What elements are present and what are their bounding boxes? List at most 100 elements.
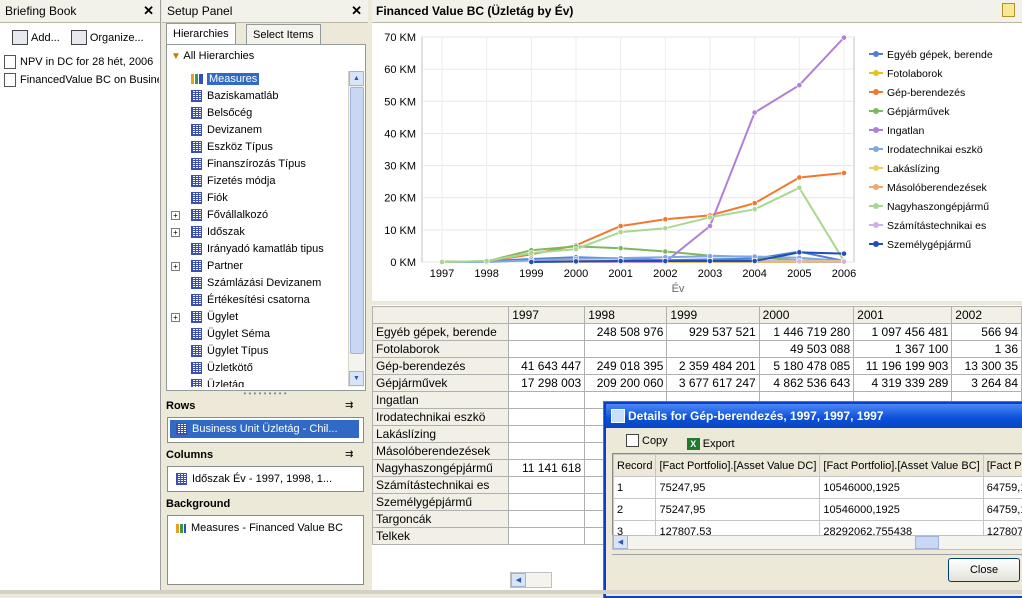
table-cell[interactable]: 41 643 447 <box>509 358 585 375</box>
scroll-thumb[interactable] <box>915 536 939 549</box>
table-cell[interactable]: 49 503 088 <box>759 341 853 358</box>
column-header[interactable]: 1997 <box>509 307 585 324</box>
table-cell[interactable]: 3 264 84 <box>952 375 1022 392</box>
details-row[interactable]: 175247,9510546000,192564759,19 <box>614 477 1022 499</box>
table-cell[interactable] <box>509 511 585 528</box>
row-header[interactable]: Egyéb gépek, berende <box>373 324 509 341</box>
table-cell[interactable]: 11 196 199 903 <box>854 358 952 375</box>
row-header[interactable]: Gép-berendezés <box>373 358 509 375</box>
grid-hscrollbar[interactable]: ◀ <box>510 572 552 588</box>
column-header[interactable]: 1998 <box>585 307 667 324</box>
rows-options-icon[interactable]: ⇉ <box>345 400 353 411</box>
dialog-titlebar[interactable]: Details for Gép-berendezés, 1997, 1997, … <box>606 404 1022 428</box>
tree-item[interactable]: +Fővállalkozó <box>171 207 268 224</box>
table-cell[interactable]: 5 180 478 085 <box>759 358 853 375</box>
tree-item[interactable]: Baziskamatláb <box>171 88 279 105</box>
row-header[interactable]: Számítástechnikai es <box>373 477 509 494</box>
row-header[interactable]: Lakáslízing <box>373 426 509 443</box>
column-header[interactable]: 2002 <box>952 307 1022 324</box>
close-icon[interactable]: ✕ <box>143 0 154 22</box>
tab-select-items[interactable]: Select Items <box>246 24 321 45</box>
all-hierarchies-filter[interactable]: ▼ All Hierarchies <box>171 50 254 62</box>
tree-item[interactable]: +Partner <box>171 258 243 275</box>
table-cell[interactable]: 17 298 003 <box>509 375 585 392</box>
table-cell[interactable] <box>509 341 585 358</box>
table-cell[interactable]: 209 200 060 <box>585 375 667 392</box>
table-cell[interactable] <box>509 477 585 494</box>
background-item[interactable]: Measures - Financed Value BC <box>176 519 343 537</box>
expand-icon[interactable]: + <box>171 262 180 271</box>
chart-grid-splitter[interactable] <box>372 301 1022 305</box>
table-cell[interactable] <box>667 341 759 358</box>
table-cell[interactable] <box>509 528 585 545</box>
note-icon[interactable] <box>1002 3 1015 17</box>
table-cell[interactable]: 11 141 618 <box>509 460 585 477</box>
row-header[interactable]: Fotolaborok <box>373 341 509 358</box>
columns-item[interactable]: Időszak Év - 1997, 1998, 1... <box>176 470 332 488</box>
table-cell[interactable]: 249 018 395 <box>585 358 667 375</box>
row-header[interactable]: Irodatechnikai eszkö <box>373 409 509 426</box>
splitter[interactable]: • • • • • • • • • <box>162 392 368 396</box>
tree-item[interactable]: +Időszak <box>171 224 245 241</box>
column-header[interactable]: 2000 <box>759 307 853 324</box>
tree-item[interactable]: Értékesítési csatorna <box>171 292 310 309</box>
table-cell[interactable]: 2 359 484 201 <box>667 358 759 375</box>
table-cell[interactable] <box>509 426 585 443</box>
column-header[interactable]: 2001 <box>854 307 952 324</box>
column-header[interactable]: 1999 <box>667 307 759 324</box>
table-cell[interactable] <box>509 409 585 426</box>
tree-item[interactable]: Üzletkötő <box>171 360 253 377</box>
row-header[interactable]: Targoncák <box>373 511 509 528</box>
scroll-up-icon[interactable]: ▲ <box>349 71 364 86</box>
copy-button[interactable]: Copy <box>622 432 672 449</box>
tree-item[interactable]: Eszköz Típus <box>171 139 273 156</box>
tree-item[interactable]: Számlázási Devizanem <box>171 275 321 292</box>
background-drop-zone[interactable]: Measures - Financed Value BC <box>167 515 364 585</box>
expand-icon[interactable]: + <box>171 211 180 220</box>
tree-item[interactable]: +Ügylet <box>171 309 238 326</box>
table-cell[interactable]: 1 36 <box>952 341 1022 358</box>
tree-item[interactable]: Measures <box>171 71 259 88</box>
tree-scrollbar[interactable]: ▲ ▼ <box>348 71 364 387</box>
close-icon[interactable]: ✕ <box>351 0 362 22</box>
tree-item[interactable]: Devizanem <box>171 122 262 139</box>
details-row[interactable]: 275247,9510546000,192564759,19 <box>614 499 1022 521</box>
close-button[interactable]: Close <box>948 558 1020 582</box>
details-column-header[interactable]: [Fact Por <box>983 455 1022 477</box>
table-cell[interactable] <box>585 341 667 358</box>
columns-drop-zone[interactable]: Időszak Év - 1997, 1998, 1... <box>167 466 364 492</box>
row-header[interactable]: Telkek <box>373 528 509 545</box>
table-cell[interactable]: 929 537 521 <box>667 324 759 341</box>
add-button[interactable]: Add... <box>8 28 64 47</box>
table-cell[interactable] <box>509 392 585 409</box>
export-button[interactable]: X Export <box>683 436 739 452</box>
table-cell[interactable]: 1 446 719 280 <box>759 324 853 341</box>
tab-hierarchies[interactable]: Hierarchies <box>166 23 236 45</box>
tree-item[interactable]: Fizetés módja <box>171 173 275 190</box>
columns-options-icon[interactable]: ⇉ <box>345 449 353 460</box>
table-cell[interactable]: 1 367 100 <box>854 341 952 358</box>
rows-item[interactable]: Business Unit Üzletág - Chil... <box>170 420 359 438</box>
rows-drop-zone[interactable]: Business Unit Üzletág - Chil... <box>167 417 364 443</box>
tree-item[interactable]: Irányadó kamatláb tipus <box>171 241 324 258</box>
scroll-thumb[interactable] <box>350 87 364 354</box>
table-cell[interactable] <box>509 324 585 341</box>
tree-item[interactable]: Fiók <box>171 190 228 207</box>
row-header[interactable]: Személygépjármű <box>373 494 509 511</box>
table-cell[interactable]: 1 097 456 481 <box>854 324 952 341</box>
table-cell[interactable]: 13 300 35 <box>952 358 1022 375</box>
details-column-header[interactable]: [Fact Portfolio].[Asset Value DC] <box>656 455 820 477</box>
list-item[interactable]: NPV in DC for 28 hét, 2006 <box>4 53 159 71</box>
expand-icon[interactable]: + <box>171 228 180 237</box>
table-cell[interactable]: 4 319 339 289 <box>854 375 952 392</box>
scroll-left-icon[interactable]: ◀ <box>613 535 628 549</box>
scroll-left-icon[interactable]: ◀ <box>511 573 526 587</box>
details-hscrollbar[interactable]: ◀ <box>612 535 1022 550</box>
table-cell[interactable]: 248 508 976 <box>585 324 667 341</box>
table-cell[interactable] <box>509 443 585 460</box>
row-header[interactable]: Gépjárművek <box>373 375 509 392</box>
expand-icon[interactable]: + <box>171 313 180 322</box>
row-header[interactable]: Másolóberendezések <box>373 443 509 460</box>
scroll-down-icon[interactable]: ▼ <box>349 371 364 386</box>
organize-button[interactable]: Organize... <box>67 28 148 47</box>
